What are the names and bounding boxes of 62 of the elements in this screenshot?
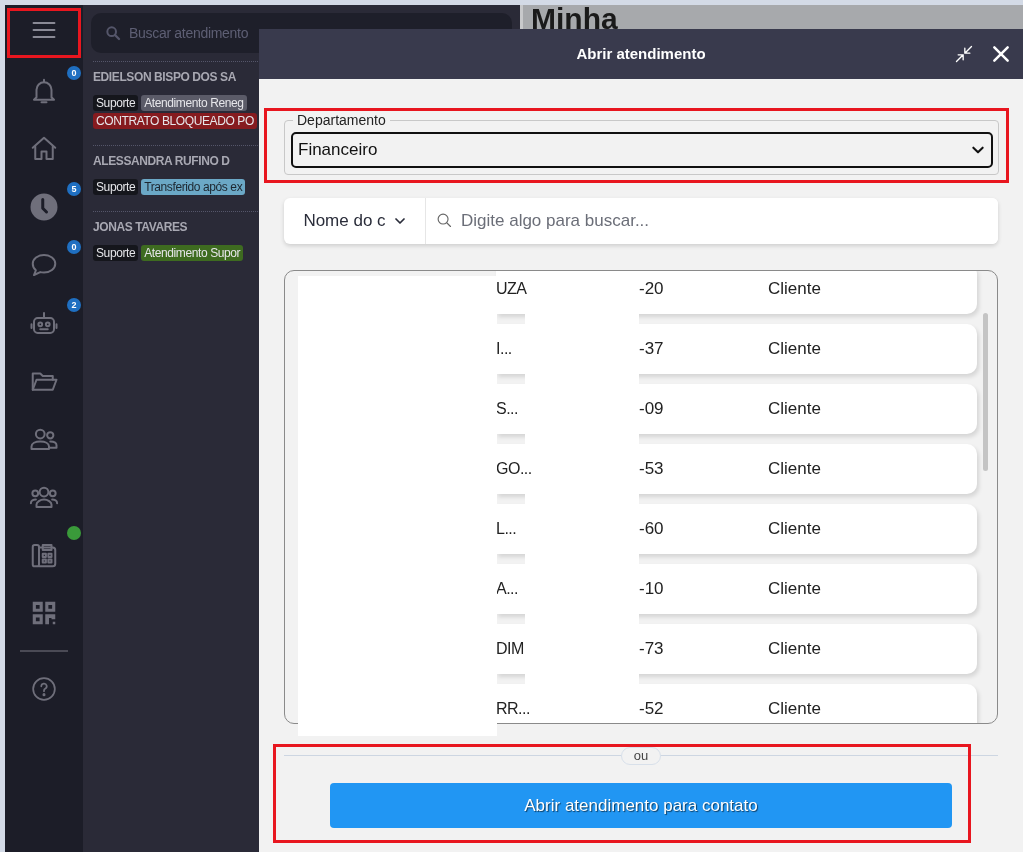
contact-name: DIM — [496, 639, 525, 659]
count-badge: 0 — [67, 66, 81, 80]
contact-name: I... — [496, 339, 513, 359]
contact-type: Cliente — [768, 278, 821, 301]
phone-number: -09 — [639, 398, 665, 421]
modal-title: Abrir atendimento — [576, 43, 706, 64]
scrollbar-thumb[interactable] — [983, 313, 988, 471]
phone-number: -60 — [639, 518, 665, 541]
compress-icon — [954, 44, 974, 64]
contact-name: UZA — [496, 279, 528, 299]
contact-row[interactable]: S... -09 Cliente — [496, 384, 977, 434]
contact-row[interactable]: UZA -20 Cliente — [496, 271, 977, 314]
contact-type: Cliente — [768, 398, 821, 421]
phone-number: -53 — [639, 458, 665, 481]
contact-row[interactable]: RR... -52 Cliente — [496, 684, 977, 723]
contact-type: Cliente — [768, 578, 821, 601]
contact-name: GO... — [496, 459, 533, 479]
search-icon — [436, 212, 453, 229]
phone-number: -73 — [639, 638, 665, 661]
field-label: Departamento — [293, 112, 390, 128]
close-icon — [991, 44, 1011, 64]
or-divider-label: ou — [620, 747, 662, 765]
contact-type: Cliente — [768, 338, 821, 361]
department-select[interactable]: Financeiro — [291, 132, 993, 168]
tag: Transferido após ex — [141, 179, 246, 195]
contact-name: RR... — [496, 699, 531, 719]
contact-type: Cliente — [768, 698, 821, 721]
contact-name: ALESSANDRA RUFINO D — [93, 153, 230, 170]
count-badge: 0 — [67, 240, 81, 254]
page-heading: Minha — [531, 5, 619, 31]
contact-type: Cliente — [768, 518, 821, 541]
tag: Atendimento Supor — [141, 245, 244, 261]
contact-name: EDIELSON BISPO DOS SA — [93, 69, 236, 86]
contact-type: Cliente — [768, 458, 821, 481]
contact-name: JONAS TAVARES — [93, 219, 188, 236]
chevron-down-icon — [393, 215, 406, 227]
contact-row[interactable]: L... -60 Cliente — [496, 504, 977, 554]
tag: Suporte — [93, 95, 139, 111]
phone-number: -10 — [639, 578, 665, 601]
tag: CONTRATO BLOQUEADO PO — [93, 113, 257, 129]
clock-icon — [29, 192, 59, 222]
help-icon — [31, 676, 57, 702]
tag: Suporte — [93, 245, 139, 261]
minimize-button[interactable] — [953, 43, 975, 65]
tag: Atendimento Reneg — [141, 95, 247, 111]
contact-name: A... — [496, 579, 519, 599]
contact-type: Cliente — [768, 638, 821, 661]
contact-row[interactable]: GO... -53 Cliente — [496, 444, 977, 494]
phone-number: -37 — [639, 338, 665, 361]
contact-name: S... — [496, 399, 519, 419]
contact-name: L... — [496, 519, 518, 539]
search-bar[interactable]: Nome do c Digite algo para buscar... — [284, 198, 998, 244]
contact-row[interactable]: I... -37 Cliente — [496, 324, 977, 374]
phone-number: -20 — [639, 278, 665, 301]
count-badge: 2 — [67, 298, 81, 312]
count-badge: 5 — [67, 182, 81, 196]
phone-number: -52 — [639, 698, 665, 721]
tag: Suporte — [93, 179, 139, 195]
contact-row[interactable]: DIM -73 Cliente — [496, 624, 977, 674]
contact-row[interactable]: A... -10 Cliente — [496, 564, 977, 614]
search-icon — [105, 25, 121, 41]
search-field[interactable]: Digite algo para buscar... — [426, 198, 998, 244]
